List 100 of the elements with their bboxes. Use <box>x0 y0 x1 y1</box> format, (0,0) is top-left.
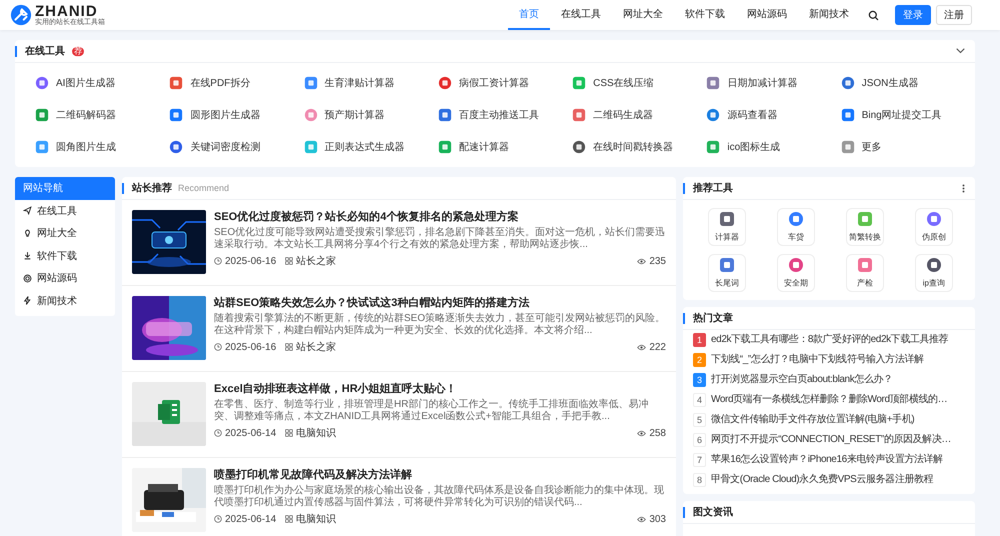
tool-icon <box>169 108 184 122</box>
tool-tile[interactable]: 简繁转换 <box>846 208 884 246</box>
more-icon[interactable] <box>962 184 965 192</box>
tool-link[interactable]: 日期加减计算器 <box>706 67 841 99</box>
view-count: 235 <box>649 256 666 266</box>
tool-link[interactable]: 圆形图片生成器 <box>169 99 304 131</box>
tool-icon <box>706 76 720 90</box>
tool-icon <box>304 108 318 122</box>
tool-icon <box>169 76 184 90</box>
nav-link[interactable]: 软件下载 <box>674 0 736 30</box>
article-date: 2025-06-14 <box>225 514 276 524</box>
tool-link[interactable]: ico图标生成 <box>706 131 841 163</box>
tool-link[interactable]: JSON生成器 <box>840 67 975 99</box>
view-count: 303 <box>649 514 666 524</box>
tool-link[interactable]: CSS在线压缩 <box>572 67 706 99</box>
view-count: 222 <box>649 342 666 352</box>
sidebar-item[interactable]: 在线工具 <box>15 200 115 222</box>
eye-icon <box>637 430 646 436</box>
sidebar-item[interactable]: 网站源码 <box>15 267 115 290</box>
category-icon <box>285 257 294 265</box>
tool-tile[interactable]: ip查询 <box>914 254 952 292</box>
article-date: 2025-06-16 <box>225 342 276 352</box>
tool-icon <box>718 210 734 226</box>
rank-number: 2 <box>693 353 706 367</box>
tool-icon <box>35 108 49 122</box>
tool-link[interactable]: 圆角图片生成 <box>35 131 170 163</box>
site-logo-name: ZHANID <box>35 4 98 18</box>
nav-link[interactable]: 在线工具 <box>550 0 612 30</box>
nav-icon <box>23 228 32 238</box>
section-title: 站长推荐 <box>132 182 172 195</box>
article-date: 2025-06-16 <box>225 256 276 266</box>
tool-link[interactable]: 在线PDF拆分 <box>169 67 304 99</box>
tool-icon <box>840 76 855 90</box>
rank-number: 6 <box>693 433 706 447</box>
tool-link[interactable]: 百度主动推送工具 <box>438 99 572 131</box>
wrench-logo-icon <box>10 4 32 26</box>
sidebar-item[interactable]: 新闻技术 <box>15 290 115 312</box>
nav-link[interactable]: 网站源码 <box>736 0 798 30</box>
article-category[interactable]: 站长之家 <box>296 254 336 268</box>
tool-tile[interactable]: 安全期 <box>776 254 814 292</box>
article-title[interactable]: 喷墨打印机常见故障代码及解决方法详解 <box>214 468 666 483</box>
rank-number: 3 <box>693 373 706 387</box>
tool-tile[interactable]: 长尾词 <box>708 254 746 292</box>
tool-link[interactable]: 病假工资计算器 <box>438 67 572 99</box>
tool-link[interactable]: 在线时间戳转换器 <box>572 131 706 163</box>
register-button[interactable]: 注册 <box>936 5 972 25</box>
tool-link[interactable]: 二维码生成器 <box>572 99 706 131</box>
nav-link[interactable]: 新闻技术 <box>798 0 860 30</box>
tool-tile[interactable]: 计算器 <box>708 208 746 246</box>
article-summary: 在零售、医疗、制造等行业，排班管理是HR部门的核心工作之一。传统手工排班面临效率低、易冲突、调整难等痛点，本文ZHANID工具网将通过Excel函数公式+智能工具组合，手把手教... <box>214 399 650 423</box>
rank-number: 1 <box>693 333 706 347</box>
rank-number: 4 <box>693 393 706 407</box>
article-title[interactable]: Excel自动排班表这样做，HR小姐姐直呼太贴心！ <box>214 382 666 397</box>
tool-icon <box>304 76 318 90</box>
tool-link[interactable]: AI图片生成器 <box>35 67 170 99</box>
rank-number: 8 <box>693 473 706 487</box>
hot-article-link[interactable]: 甲骨文(Oracle Cloud)永久免费VPS云服务器注册教程 <box>711 473 934 486</box>
tool-link[interactable]: 预产期计算器 <box>304 99 438 131</box>
hot-article-link[interactable]: 打开浏览器显示空白页about:blank怎么办？ <box>711 373 893 386</box>
recommend-badge: 荐 <box>72 46 84 56</box>
tool-link[interactable]: 源码查看器 <box>706 99 841 131</box>
sidebar-item[interactable]: 网站导航 <box>15 177 115 200</box>
nav-link[interactable]: 网址大全 <box>612 0 674 30</box>
section-subtitle: Recommend <box>178 183 230 193</box>
tool-link[interactable]: 二维码解码器 <box>35 99 170 131</box>
category-icon <box>285 515 294 523</box>
hot-article-link[interactable]: 苹果16怎么设置铃声？iPhone16来电铃声设置方法详解 <box>711 453 943 466</box>
tool-tile[interactable]: 产检 <box>846 254 884 292</box>
tool-link[interactable]: 更多 <box>840 131 975 163</box>
search-icon[interactable] <box>868 10 879 20</box>
section-title: 推荐工具 <box>693 182 733 195</box>
article-category[interactable]: 电脑知识 <box>296 426 336 440</box>
sidebar-item[interactable]: 网址大全 <box>15 222 115 244</box>
tool-link[interactable]: 正则表达式生成器 <box>304 131 438 163</box>
nav-link[interactable]: 首页 <box>508 0 550 30</box>
tool-link[interactable]: 关键词密度检测 <box>169 131 304 163</box>
article-title[interactable]: 站群SEO策略失效怎么办？快试试这3种白帽站内矩阵的搭建方法 <box>214 296 666 311</box>
hot-article-link[interactable]: 下划线“_”怎么打？电脑中下划线符号输入方法详解 <box>711 353 924 366</box>
hot-article-link[interactable]: 微信文件传输助手文件存放位置详解(电脑+手机) <box>711 413 914 426</box>
login-button[interactable]: 登录 <box>895 5 931 25</box>
hot-article-link[interactable]: 网页打不开提示“CONNECTION_RESET”的原因及解决… <box>711 433 951 446</box>
tool-link[interactable]: 生育津贴计算器 <box>304 67 438 99</box>
sidebar-item[interactable]: 软件下载 <box>15 244 115 267</box>
tool-link[interactable]: Bing网址提交工具 <box>840 99 975 131</box>
hot-article-link[interactable]: ed2k下载工具有哪些：8款广受好评的ed2k下载工具推荐 <box>711 333 948 346</box>
article-category[interactable]: 电脑知识 <box>296 512 336 526</box>
category-icon <box>285 343 294 351</box>
hot-article-link[interactable]: Word页端有一条横线怎样删除？删除Word顶部横线的… <box>711 393 948 406</box>
article-summary: 随着搜索引擎算法的不断更新，传统的站群SEO策略逐渐失去效力，甚至可能引发网站被惩罚的风险。在这种背景下，构建白帽站内矩阵成为一种更为安全、长效的优化选择。本文将介绍... <box>214 313 666 337</box>
tool-icon <box>706 108 720 122</box>
article-title[interactable]: SEO优化过度被惩罚？站长必知的4个恢复排名的紧急处理方案 <box>214 210 666 225</box>
tool-icon <box>35 140 49 154</box>
article-date: 2025-06-14 <box>225 428 276 438</box>
article-category[interactable]: 站长之家 <box>296 340 336 354</box>
tool-tile[interactable]: 伪原创 <box>914 208 952 246</box>
tool-link[interactable]: 配速计算器 <box>438 131 572 163</box>
clock-icon <box>214 257 222 265</box>
chevron-down-icon[interactable] <box>956 48 965 54</box>
tool-tile[interactable]: 车贷 <box>776 208 814 246</box>
tool-icon <box>788 256 804 272</box>
